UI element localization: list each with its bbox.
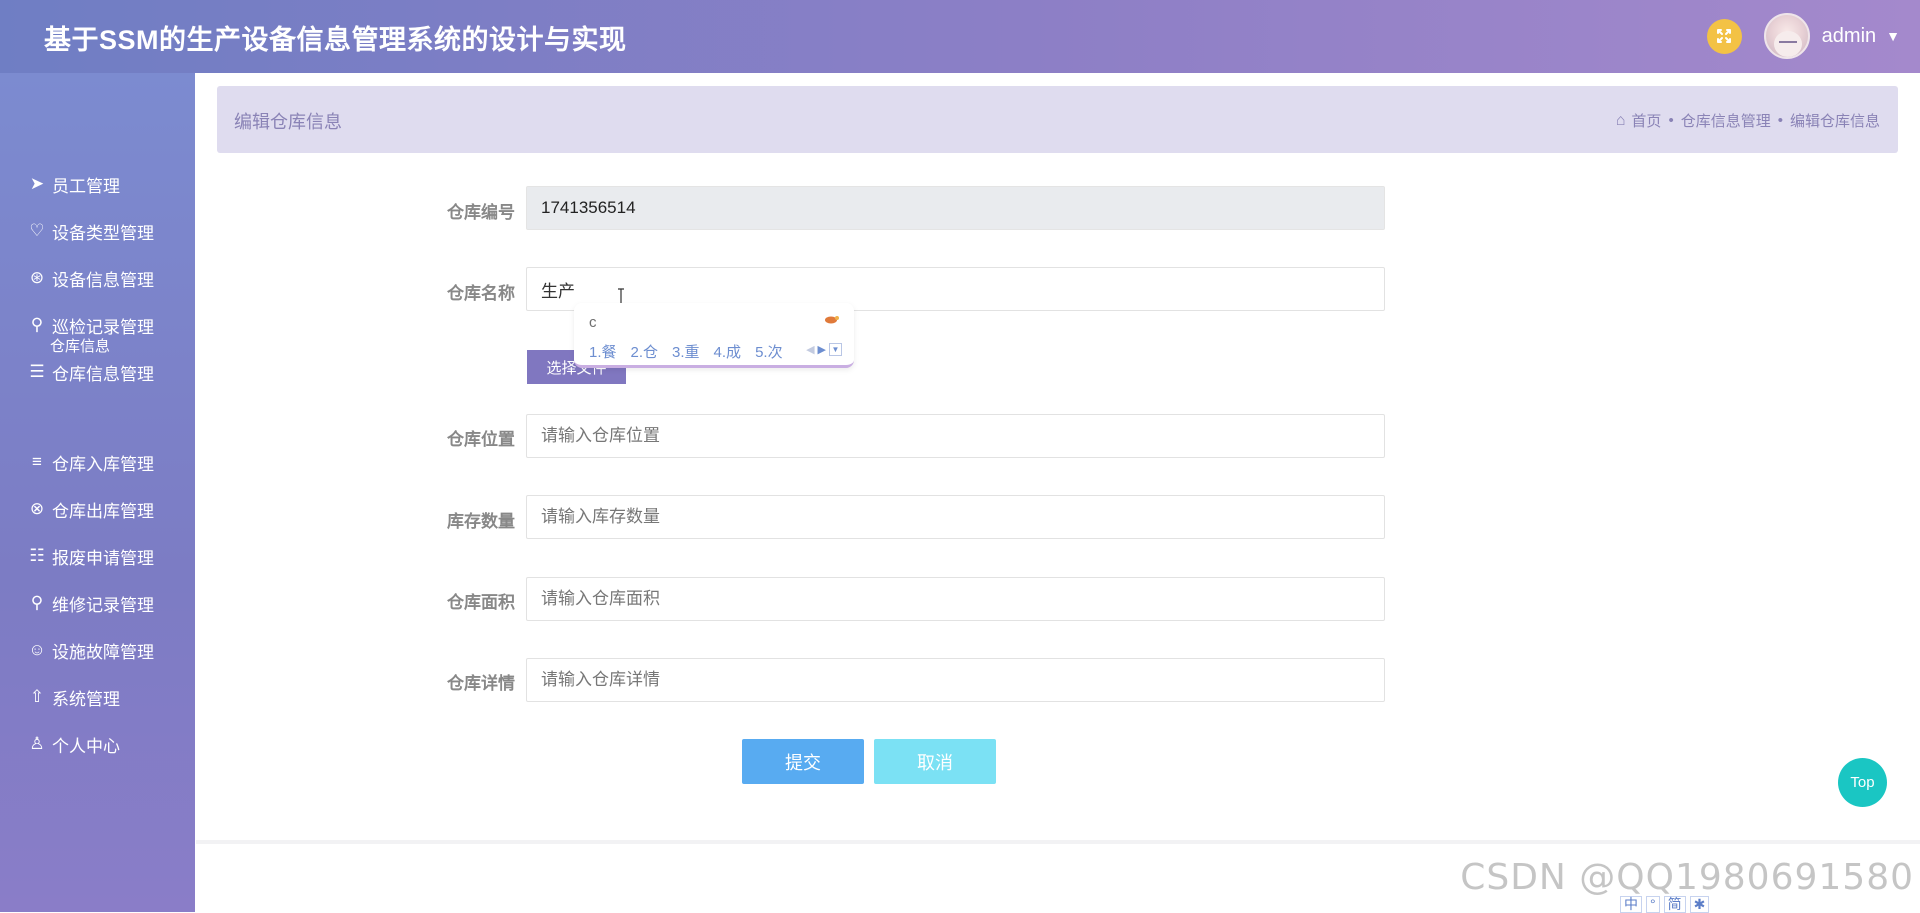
user-circle-icon: ☺ (28, 640, 46, 659)
sidebar-item-stock-out[interactable]: ⊗ 仓库出库管理 (26, 494, 154, 524)
sidebar-item-label: 设备类型管理 (52, 223, 154, 243)
watermark: CSDN @QQ1980691580 (1460, 857, 1914, 898)
breadcrumb-home[interactable]: 首页 (1631, 110, 1661, 131)
sidebar-item-label: 维修记录管理 (52, 595, 154, 615)
ime-candidate-list: 1.餐 2.仓 3.重 4.成 5.次 (589, 341, 797, 362)
avatar[interactable] (1763, 13, 1810, 59)
ime-status-settings-icon[interactable]: ✱ (1689, 896, 1710, 913)
sidebar-item-fault[interactable]: ☺ 设施故障管理 (26, 635, 154, 665)
warehouse-location-input[interactable] (526, 414, 1385, 458)
sidebar-item-label: 仓库信息管理 (52, 364, 154, 384)
footer-divider (196, 840, 1920, 844)
sidebar-item-label: 个人中心 (52, 736, 120, 756)
breadcrumb-bar: 编辑仓库信息 ⌂ 首页 • 仓库信息管理 • 编辑仓库信息 (217, 86, 1898, 153)
page-title: 编辑仓库信息 (234, 112, 342, 132)
sidebar: ➤ 员工管理 ♡ 设备类型管理 ⊛ 设备信息管理 ⚲ 巡检记录管理 ☰ 仓库信息… (0, 73, 195, 912)
list-icon: ☷ (29, 546, 45, 565)
arrow-up-circle-icon: ⇧ (29, 687, 45, 706)
ime-status-lang[interactable]: 中 (1620, 896, 1642, 913)
circle-x-icon: ⊗ (29, 499, 45, 518)
stock-quantity-label: 库存数量 (447, 512, 515, 531)
home-icon: ⌂ (1615, 111, 1626, 129)
sidebar-item-scrap[interactable]: ☷ 报废申请管理 (26, 541, 154, 571)
ime-candidate-popup: c 1.餐 2.仓 3.重 4.成 5.次 ◀ ▶ ▼ (574, 303, 854, 368)
ime-logo-icon (825, 316, 839, 324)
warehouse-detail-input[interactable] (526, 658, 1385, 702)
ime-candidate[interactable]: 2.仓 (631, 341, 659, 362)
sidebar-item-device-info[interactable]: ⊛ 设备信息管理 (26, 263, 154, 293)
ime-status-bar: 中 ° 简 ✱ (1620, 896, 1710, 913)
ime-candidate[interactable]: 5.次 (755, 341, 783, 362)
ime-pager: ◀ ▶ ▼ (806, 343, 842, 356)
warehouse-area-label: 仓库面积 (447, 593, 515, 612)
heart-icon: ♡ (29, 221, 45, 240)
chevron-down-icon[interactable]: ▼ (1886, 28, 1900, 44)
warehouse-location-label: 仓库位置 (447, 430, 515, 449)
app-title: 基于SSM的生产设备信息管理系统的设计与实现 (44, 25, 627, 55)
sidebar-item-repair[interactable]: ⚲ 维修记录管理 (26, 588, 154, 618)
warehouse-name-label: 仓库名称 (447, 284, 515, 303)
sidebar-item-label: 巡检记录管理 (52, 317, 154, 337)
sidebar-item-device-type[interactable]: ♡ 设备类型管理 (26, 216, 154, 246)
sidebar-item-label: 系统管理 (52, 689, 120, 709)
top-header: 基于SSM的生产设备信息管理系统的设计与实现 admin ▼ (0, 0, 1920, 73)
cancel-button[interactable]: 取消 (874, 739, 996, 784)
aperture-icon: ⊛ (29, 268, 45, 287)
sidebar-item-stock-in[interactable]: ≡ 仓库入库管理 (26, 447, 154, 477)
sidebar-item-label: 员工管理 (52, 176, 120, 196)
sidebar-item-label: 仓库出库管理 (52, 501, 154, 521)
send-icon: ➤ (29, 174, 45, 193)
sidebar-item-label: 设备信息管理 (52, 270, 154, 290)
ime-expand-icon[interactable]: ▼ (829, 343, 842, 356)
breadcrumb: ⌂ 首页 • 仓库信息管理 • 编辑仓库信息 (1616, 110, 1880, 131)
ime-next-icon[interactable]: ▶ (818, 343, 826, 356)
sidebar-item-employee[interactable]: ➤ 员工管理 (26, 169, 120, 199)
breadcrumb-separator: • (1668, 112, 1674, 129)
back-to-top-button[interactable]: Top (1838, 758, 1887, 807)
sidebar-item-system[interactable]: ⇧ 系统管理 (26, 682, 120, 712)
key-icon: ⚲ (30, 315, 44, 334)
ime-status-punct[interactable]: ° (1646, 896, 1660, 913)
warehouse-id-input[interactable] (526, 186, 1385, 230)
settings-button[interactable] (1706, 18, 1742, 54)
breadcrumb-separator: • (1777, 112, 1783, 129)
warehouse-detail-label: 仓库详情 (447, 674, 515, 693)
breadcrumb-current: 编辑仓库信息 (1789, 113, 1880, 130)
sidebar-subitem-warehouse[interactable]: 仓库信息 (50, 335, 110, 356)
ime-candidate[interactable]: 1.餐 (589, 341, 617, 362)
submit-button[interactable]: 提交 (742, 739, 864, 784)
sidebar-item-label: 仓库入库管理 (52, 454, 154, 474)
expand-icon (1717, 29, 1732, 43)
username[interactable]: admin (1822, 25, 1876, 48)
sidebar-item-label: 报废申请管理 (52, 548, 154, 568)
ime-candidate[interactable]: 4.成 (714, 341, 742, 362)
warehouse-area-input[interactable] (526, 577, 1385, 621)
ime-candidate[interactable]: 3.重 (672, 341, 700, 362)
breadcrumb-warehouse-mgmt[interactable]: 仓库信息管理 (1681, 110, 1771, 131)
sidebar-item-label: 设施故障管理 (52, 642, 154, 662)
sidebar-item-profile[interactable]: ♙ 个人中心 (26, 729, 120, 759)
menu-icon: ☰ (29, 362, 45, 381)
warehouse-id-label: 仓库编号 (447, 203, 515, 222)
sidebar-item-warehouse-info[interactable]: ☰ 仓库信息管理 (26, 357, 154, 387)
ime-input-text: c (589, 314, 597, 331)
search-icon: ⚲ (30, 593, 44, 612)
user-icon: ♙ (29, 734, 45, 753)
header-user-area: admin ▼ (1706, 13, 1900, 59)
stock-quantity-input[interactable] (526, 495, 1385, 539)
ime-prev-icon[interactable]: ◀ (806, 343, 814, 356)
bars-icon: ≡ (32, 452, 42, 471)
ime-status-simplified[interactable]: 简 (1663, 896, 1686, 913)
